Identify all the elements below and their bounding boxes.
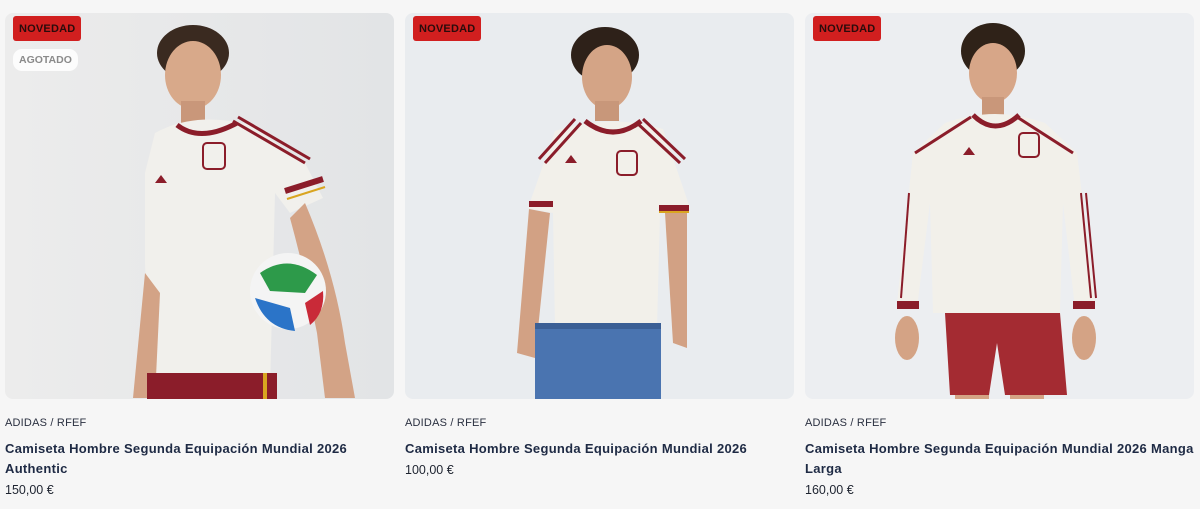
product-brand: ADIDAS / RFEF bbox=[5, 417, 87, 429]
product-price: 150,00 € bbox=[5, 483, 54, 497]
product-image[interactable]: NOVEDAD bbox=[405, 13, 794, 399]
model-photo bbox=[517, 27, 690, 399]
product-title[interactable]: Camiseta Hombre Segunda Equipación Mundi… bbox=[5, 439, 394, 479]
product-price: 100,00 € bbox=[405, 463, 454, 477]
new-badge: NOVEDAD bbox=[813, 16, 882, 41]
model-photo bbox=[895, 23, 1097, 399]
new-badge: NOVEDAD bbox=[413, 16, 482, 41]
product-image[interactable]: NOVEDAD bbox=[805, 13, 1194, 399]
product-card[interactable]: NOVEDAD ADIDAS / RFEF Camiseta Hombre Se… bbox=[405, 13, 794, 477]
product-title[interactable]: Camiseta Hombre Segunda Equipación Mundi… bbox=[805, 439, 1194, 479]
product-image[interactable]: NOVEDAD AGOTADO bbox=[5, 13, 394, 399]
new-badge: NOVEDAD bbox=[13, 16, 82, 41]
product-card[interactable]: NOVEDAD AGOTADO ADIDAS / RFEF Camiseta H… bbox=[5, 13, 394, 497]
product-brand: ADIDAS / RFEF bbox=[405, 417, 487, 429]
product-price: 160,00 € bbox=[805, 483, 854, 497]
soldout-badge: AGOTADO bbox=[13, 49, 78, 71]
product-card[interactable]: NOVEDAD ADIDAS / RFEF Camiseta Hombre Se… bbox=[805, 13, 1194, 497]
product-brand: ADIDAS / RFEF bbox=[805, 417, 887, 429]
product-title[interactable]: Camiseta Hombre Segunda Equipación Mundi… bbox=[405, 439, 794, 459]
product-grid: NOVEDAD AGOTADO ADIDAS / RFEF Camiseta H… bbox=[0, 0, 1200, 509]
